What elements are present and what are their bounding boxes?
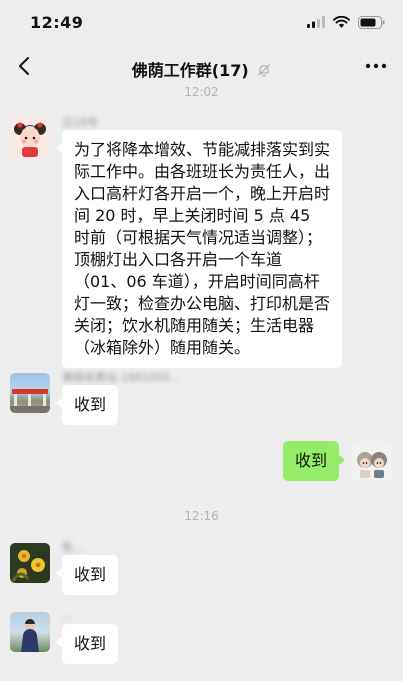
avatar[interactable]	[10, 612, 50, 652]
message-text: 收到	[74, 565, 107, 584]
mute-bell-icon	[258, 64, 271, 77]
avatar[interactable]	[10, 373, 50, 413]
battery-icon	[358, 15, 385, 29]
wifi-icon	[333, 16, 350, 28]
more-options-icon[interactable]	[363, 53, 389, 79]
message-timestamp: 12:02	[184, 85, 219, 99]
my-avatar[interactable]	[352, 441, 392, 481]
message-bubble[interactable]: 收到	[56, 555, 118, 595]
cartoon-couple-avatar-icon	[357, 452, 387, 478]
message-text: 收到	[295, 451, 328, 470]
message-bubble[interactable]: 为了将降本增效、节能减排落实到实际工作中。由各班班长为责任人，出入口高杆灯各开启…	[56, 130, 342, 368]
sender-name: 吕18号	[62, 116, 98, 129]
toll-station-photo-icon	[10, 389, 50, 413]
avatar[interactable]	[10, 543, 50, 583]
sender-name: 佛荫收费站-1881000...	[62, 371, 181, 384]
status-time: 12:49	[30, 13, 84, 32]
yellow-flowers-photo-icon	[11, 550, 45, 582]
avatar[interactable]	[10, 117, 50, 157]
my-message-bubble[interactable]: 收到	[283, 441, 345, 481]
cartoon-girl-avatar-icon	[14, 122, 46, 157]
message-bubble[interactable]: 收到	[56, 385, 118, 425]
message-text: 为了将降本增效、节能减排落实到实际工作中。由各班班长为责任人，出入口高杆灯各开启…	[74, 140, 331, 357]
chat-title: 佛荫工作群(17)	[131, 61, 249, 80]
message-text: 收到	[74, 634, 107, 653]
status-icons	[307, 14, 385, 30]
sender-name: ...	[62, 609, 73, 622]
chat-header: 佛荫工作群(17)	[0, 44, 403, 90]
person-photo-icon	[21, 619, 39, 652]
message-text: 收到	[74, 395, 107, 414]
message-bubble[interactable]: 收到	[56, 624, 118, 664]
signal-icon	[307, 16, 325, 28]
status-bar: 12:49	[0, 0, 403, 44]
message-timestamp: 12:16	[184, 509, 219, 523]
sender-name: 陈...	[62, 541, 84, 554]
chat-title-wrap: 佛荫工作群(17)	[0, 57, 403, 81]
